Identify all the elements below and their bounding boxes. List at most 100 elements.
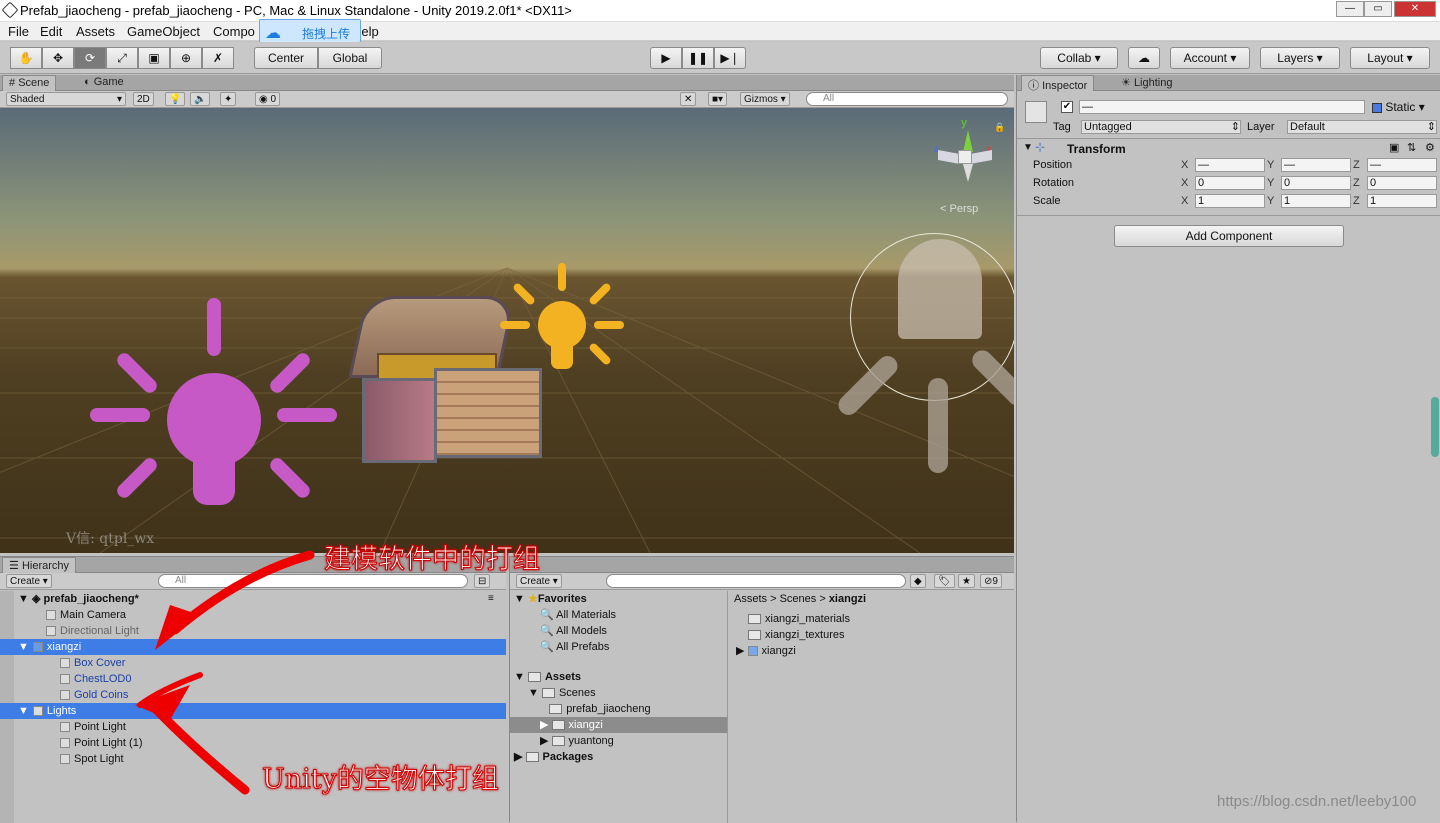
position-y-field[interactable]: — [1281, 158, 1351, 172]
camera-dropdown-icon[interactable]: ■▾ [708, 92, 728, 106]
scrollbar-thumb[interactable] [1431, 397, 1439, 457]
position-z-axis-label: Z [1353, 159, 1360, 171]
inspector-panel: ⓘ Inspector ☀ Lighting ✔ — Static ▾ Tag … [1016, 75, 1440, 822]
effects-toggle-icon[interactable]: ✦ [220, 92, 237, 106]
rect-tool-button[interactable]: ▣ [138, 47, 170, 69]
window-title: Prefab_jiaocheng - prefab_jiaocheng - PC… [20, 3, 572, 18]
folder-content-item[interactable]: xiangzi_materials [736, 611, 850, 627]
hierarchy-item-label: Point Light [74, 721, 126, 733]
gizmos-dropdown[interactable]: Gizmos ▾ [740, 92, 790, 106]
hierarchy-item-label: Box Cover [74, 657, 126, 669]
tab-scene[interactable]: # Scene [2, 75, 57, 91]
custom-tool-button[interactable]: ✗ [202, 47, 234, 69]
folder-icon [549, 704, 563, 715]
rect-icon: ▣ [148, 51, 160, 65]
tab-game[interactable]: ◐ Game [78, 75, 130, 91]
persp-label[interactable]: < Persp [940, 203, 978, 215]
breadcrumb-scenes[interactable]: Scenes [780, 593, 817, 605]
scene-search-input[interactable]: All [806, 92, 1008, 106]
transform-foldout[interactable]: ▼ [1023, 142, 1033, 153]
account-dropdown[interactable]: Account ▾ [1170, 47, 1250, 69]
tag-dropdown[interactable]: Untagged ⇕ [1081, 120, 1241, 134]
breadcrumb-xiangzi[interactable]: xiangzi [829, 593, 866, 605]
point-light-gizmo-purple[interactable] [90, 293, 340, 523]
favorite-item[interactable]: 🔍 All Materials [540, 607, 616, 623]
menu-file[interactable]: File [8, 24, 29, 39]
scene-root-row[interactable]: ▼ ◈ prefab_jiaocheng* [18, 591, 139, 607]
position-x-field[interactable]: — [1195, 158, 1265, 172]
scale-tool-button[interactable]: ⤢ [106, 47, 138, 69]
search-by-type-icon[interactable]: ◆ [910, 574, 926, 588]
scene-viewport[interactable]: y z x 🔒 < Persp V信: qtpl_wx [0, 108, 1014, 553]
spot-light-gizmo[interactable] [834, 233, 1014, 473]
rotation-x-field[interactable]: 0 [1195, 176, 1265, 190]
settings-gear-icon[interactable]: ⚙ [1425, 141, 1435, 154]
rotation-x-axis-label: X [1181, 177, 1189, 189]
folder-content-item[interactable]: ▶ xiangzi [736, 643, 796, 659]
menu-gameobject[interactable]: GameObject [127, 24, 200, 39]
rotation-z-axis-label: Z [1353, 177, 1360, 189]
layer-dropdown[interactable]: Default ⇕ [1287, 120, 1437, 134]
project-breadcrumb: Assets > Scenes > xiangzi [734, 593, 867, 605]
point-light-gizmo-orange[interactable] [500, 263, 625, 378]
scene-tools-icon[interactable]: ✕ [680, 92, 697, 106]
tab-inspector[interactable]: ⓘ Inspector [1021, 75, 1095, 92]
folder-content-item[interactable]: xiangzi_textures [736, 627, 845, 643]
favorite-item[interactable]: 🔍 All Prefabs [540, 639, 609, 655]
lighting-toggle-icon[interactable]: 💡 [165, 92, 186, 106]
static-toggle[interactable]: Static ▾ [1372, 100, 1425, 114]
project-search-input[interactable] [606, 574, 906, 588]
scale-label: Scale [1033, 195, 1061, 207]
help-icon[interactable]: ▣ [1389, 141, 1399, 154]
lock-icon[interactable]: 🔒 [994, 122, 1005, 133]
rotation-y-field[interactable]: 0 [1281, 176, 1351, 190]
expand-arrow-icon: ▶ [736, 645, 745, 657]
scene-orientation-gizmo[interactable]: y z x 🔒 [930, 117, 1005, 200]
scale-x-axis-label: X [1181, 195, 1189, 207]
hidden-packages-toggle[interactable]: ⊘9 [980, 574, 1002, 588]
position-z-field[interactable]: — [1367, 158, 1437, 172]
minimize-button[interactable]: — [1336, 1, 1364, 17]
audio-toggle-icon[interactable]: 🔈 [190, 92, 211, 106]
menu-edit[interactable]: Edit [40, 24, 62, 39]
step-button[interactable]: ▶❘ [714, 47, 746, 69]
scale-x-field[interactable]: 1 [1195, 194, 1265, 208]
object-name-input[interactable]: — [1079, 100, 1365, 114]
scale-y-field[interactable]: 1 [1281, 194, 1351, 208]
cloud-button[interactable]: ☁ [1128, 47, 1160, 69]
add-component-button[interactable]: Add Component [1114, 225, 1344, 247]
upload-overlay[interactable]: ☁ 拖拽上传 [259, 19, 361, 43]
close-button[interactable]: ✕ [1394, 1, 1436, 17]
shading-mode-dropdown[interactable]: Shaded ▾ [6, 92, 126, 106]
hand-tool-button[interactable]: ✋ [10, 47, 42, 69]
play-button[interactable]: ▶ [650, 47, 682, 69]
move-tool-button[interactable]: ✥ [42, 47, 74, 69]
transform-tool-button[interactable]: ⊕ [170, 47, 202, 69]
rotation-z-field[interactable]: 0 [1367, 176, 1437, 190]
collab-label: Collab [1057, 51, 1092, 65]
menu-component[interactable]: Compo [213, 24, 255, 39]
layers-dropdown[interactable]: Layers ▾ [1260, 47, 1340, 69]
layout-dropdown[interactable]: Layout ▾ [1350, 47, 1430, 69]
pause-button[interactable]: ❚❚ [682, 47, 714, 69]
maximize-button[interactable]: ▭ [1364, 1, 1392, 17]
active-checkbox[interactable]: ✔ [1061, 101, 1073, 113]
scale-z-field[interactable]: 1 [1367, 194, 1437, 208]
preset-icon[interactable]: ⇅ [1407, 141, 1416, 154]
rotate-tool-button[interactable]: ⟳ [74, 47, 106, 69]
menu-assets[interactable]: Assets [76, 24, 115, 39]
folder-icon [748, 614, 761, 625]
tab-hierarchy[interactable]: ☰ Hierarchy [2, 557, 77, 573]
scale-icon: ⤢ [117, 50, 127, 65]
pivot-global-button[interactable]: Global [318, 47, 382, 69]
2d-toggle[interactable]: 2D [133, 92, 154, 106]
favorite-item[interactable]: 🔍 All Models [540, 623, 607, 639]
tab-lighting[interactable]: ☀ Lighting [1115, 75, 1178, 91]
hierarchy-create-dropdown[interactable]: Create ▾ [6, 574, 52, 588]
pivot-center-button[interactable]: Center [254, 47, 318, 69]
search-by-label-icon[interactable]: 🏷 [934, 574, 955, 588]
hidden-objects-toggle[interactable]: ◉ 0 [255, 92, 281, 106]
collab-dropdown[interactable]: Collab ▾ [1040, 47, 1118, 69]
breadcrumb-assets[interactable]: Assets [734, 593, 767, 605]
favorites-star-icon[interactable]: ★ [958, 574, 975, 588]
